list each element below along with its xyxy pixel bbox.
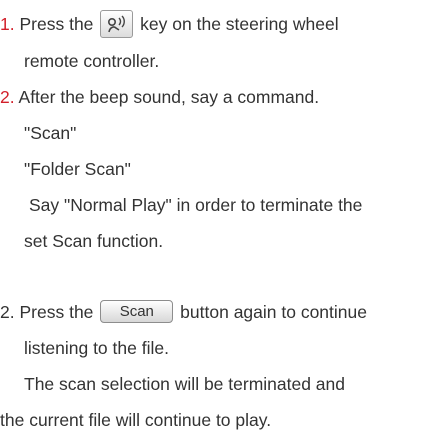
section-2-line-3: The scan selection will be terminated an… xyxy=(24,366,445,402)
step-1-text-before-icon: Press the xyxy=(19,14,94,34)
step-2-note-line-1: Say "Normal Play" in order to terminate … xyxy=(29,187,445,223)
section-2-continue-play-text: the current file will continue to play. xyxy=(0,410,272,430)
section-2-number: 2. xyxy=(0,302,15,322)
step-2-number: 2. xyxy=(0,87,15,107)
section-2-text-after-button: button again to continue xyxy=(180,302,367,322)
step-1-continuation: remote controller. xyxy=(24,51,160,71)
command-scan: "Scan" xyxy=(24,123,77,143)
step-2-line-1: 2. After the beep sound, say a command. xyxy=(0,79,445,115)
section-2-listening-text: listening to the file. xyxy=(24,338,169,358)
step-1-line-2: remote controller. xyxy=(24,43,445,79)
command-folder-scan: "Folder Scan" xyxy=(24,159,131,179)
section-2-line-4: the current file will continue to play. xyxy=(0,402,445,438)
section-2-line-1: 2. Press the Scan button again to contin… xyxy=(0,294,445,330)
step-1-text-after-icon: key on the steering wheel xyxy=(140,14,339,34)
normal-play-note: Say "Normal Play" in order to terminate … xyxy=(29,195,363,215)
scan-button: Scan xyxy=(100,300,174,324)
section-2-terminated-text: The scan selection will be terminated an… xyxy=(24,374,346,394)
step-2-text: After the beep sound, say a command. xyxy=(18,87,320,107)
step-2-note-line-2: set Scan function. xyxy=(24,223,445,259)
voice-command-icon xyxy=(100,9,134,38)
section-2-text-before-button: Press the xyxy=(19,302,94,322)
step-2-command-folder-scan: "Folder Scan" xyxy=(24,151,445,187)
section-2-line-2: listening to the file. xyxy=(24,330,445,366)
step-1-line-1: 1. Press the key on the steering wheel xyxy=(0,6,445,42)
step-2-command-scan: "Scan" xyxy=(24,115,445,151)
normal-play-note-continuation: set Scan function. xyxy=(24,231,164,251)
step-1-number: 1. xyxy=(0,14,15,34)
